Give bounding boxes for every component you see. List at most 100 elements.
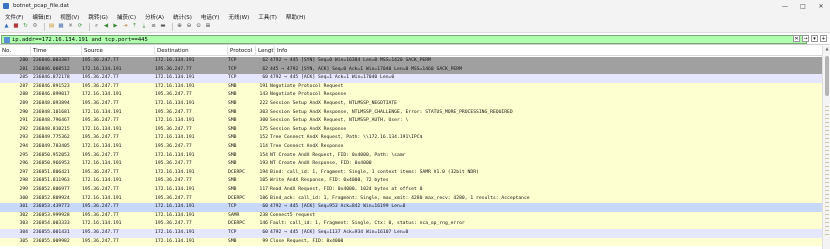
goto-packet-icon[interactable]: ⇥ (122, 24, 129, 31)
menu-tools[interactable]: 工具(T) (258, 13, 277, 21)
packet-row[interactable]: 280 236846.003387 195.36.247.77 172.16.134.… (0, 57, 822, 66)
maximize-button[interactable]: □ (794, 0, 812, 12)
zoom-out-icon[interactable]: ⊖ (186, 24, 193, 31)
packet-list-scrollbar[interactable]: ▲ (822, 46, 830, 249)
options-icon[interactable]: ⚙ (32, 24, 39, 31)
menu-file[interactable]: 文件(F) (5, 13, 23, 21)
packet-destination: 172.16.134.191 (155, 135, 195, 141)
restart-icon[interactable]: ↻ (22, 24, 29, 31)
menu-help[interactable]: 帮助(H) (286, 13, 305, 21)
column-header-protocol[interactable]: Protocol (228, 46, 256, 56)
packet-number: 294 (19, 144, 28, 149)
packet-time: 236851.806421 (33, 169, 70, 175)
packet-row[interactable]: 291 236848.796467 195.36.247.77 172.16.134.… (0, 117, 822, 126)
menu-telephony[interactable]: 电话(Y) (201, 13, 220, 21)
packet-destination: 172.16.134.191 (155, 212, 195, 218)
menu-wireless[interactable]: 无线(W) (229, 13, 250, 21)
packet-destination: 195.36.247.77 (155, 66, 192, 72)
column-header-destination[interactable]: Destination (155, 46, 228, 56)
recent-filters-button[interactable]: ▾ (811, 35, 818, 42)
scroll-thumb[interactable] (825, 56, 829, 96)
shark-fin-icon[interactable]: ▲ (3, 24, 10, 31)
apply-filter-button[interactable]: → (802, 35, 809, 42)
display-filter-input[interactable]: ip.addr==172.16.134.191 and tcp.port==44… (1, 35, 807, 44)
packet-row[interactable]: 305 236855.009982 195.36.247.77 172.16.134.… (0, 237, 822, 247)
packet-row[interactable]: 287 236846.891523 195.36.247.77 172.16.134.… (0, 82, 822, 92)
column-header-info[interactable]: Info (275, 46, 822, 56)
packet-row[interactable]: 285 236846.872178 195.36.247.77 172.16.134.… (0, 74, 822, 83)
packet-length: 146 (259, 221, 268, 227)
packet-protocol: SMB (228, 118, 237, 124)
menu-view[interactable]: 视图(V) (60, 13, 79, 21)
packet-row[interactable]: 300 236852.809924 172.16.134.191 195.36.247… (0, 194, 822, 204)
menu-capture[interactable]: 捕获(C) (117, 13, 136, 21)
save-icon[interactable]: ▦ (58, 24, 65, 31)
packet-source: 195.36.247.77 (82, 238, 119, 244)
zoom-in-icon[interactable]: ⊕ (176, 24, 183, 31)
packet-destination: 195.36.247.77 (155, 92, 192, 98)
packet-time: 236846.872178 (33, 75, 70, 81)
menu-statistics[interactable]: 统计(S) (173, 13, 192, 21)
find-icon[interactable]: ⌕ (93, 24, 100, 31)
packet-row[interactable]: 299 236852.806977 195.36.247.77 172.16.134.… (0, 186, 822, 195)
packet-row[interactable]: 295 236850.952053 195.36.247.77 172.16.134.… (0, 151, 822, 161)
packet-row[interactable]: 296 236850.966953 172.16.134.191 195.36.247… (0, 160, 822, 169)
colorize-icon[interactable]: ▬ (160, 24, 167, 31)
filter-text[interactable]: ip.addr==172.16.134.191 and tcp.port==44… (12, 37, 148, 43)
packet-destination: 195.36.247.77 (155, 195, 192, 201)
packet-destination: 172.16.134.191 (155, 187, 195, 192)
packet-time: 236851.811963 (33, 178, 70, 184)
packet-row[interactable]: 297 236851.806421 195.36.247.77 172.16.134.… (0, 168, 822, 178)
packet-row[interactable]: 301 236853.439773 195.36.247.77 172.16.134.… (0, 203, 822, 212)
packet-row[interactable]: 302 236853.999928 195.36.247.77 172.16.134.… (0, 211, 822, 221)
add-filter-button[interactable]: + (820, 35, 827, 42)
packet-protocol: DCERPC (228, 195, 245, 201)
back-icon[interactable]: ◀ (103, 24, 110, 31)
packet-row[interactable]: 294 236849.783405 172.16.134.191 195.36.247… (0, 143, 822, 152)
menu-go[interactable]: 跳转(G) (88, 13, 108, 21)
column-header-no[interactable]: No. (0, 46, 31, 56)
packet-row[interactable]: 292 236848.810215 172.16.134.191 195.36.247… (0, 125, 822, 135)
packet-row[interactable]: 289 236848.093894 195.36.247.77 172.16.134.… (0, 100, 822, 109)
open-file-icon[interactable]: ▤ (48, 24, 55, 31)
bookmark-icon[interactable] (4, 36, 10, 43)
packet-source: 195.36.247.77 (82, 75, 119, 81)
menu-edit[interactable]: 编辑(E) (32, 13, 51, 21)
stop-icon[interactable]: ■ (13, 24, 20, 31)
close-file-icon[interactable]: ✕ (67, 24, 74, 31)
packet-protocol: SAMR (228, 212, 240, 218)
packet-row[interactable]: 281 236846.008512 172.16.134.191 195.36.247… (0, 65, 822, 75)
packet-source: 172.16.134.191 (82, 178, 122, 184)
close-button[interactable]: ✕ (812, 0, 830, 12)
last-packet-icon[interactable]: ⤓ (141, 24, 148, 31)
autoscroll-icon[interactable]: ≡ (150, 24, 157, 31)
packet-protocol: SMB (228, 135, 237, 141)
packet-protocol: SMB (228, 126, 237, 132)
packet-destination: 195.36.247.77 (155, 221, 192, 227)
packet-row[interactable]: 293 236849.775362 195.36.247.77 172.16.134.… (0, 134, 822, 143)
packet-info: Close Request, FID: 0x4000 (270, 238, 344, 244)
column-header-time[interactable]: Time (31, 46, 82, 56)
menu-analyze[interactable]: 分析(A) (145, 13, 164, 21)
packet-row[interactable]: 290 236848.101681 172.16.134.191 195.36.247… (0, 108, 822, 118)
first-packet-icon[interactable]: ⤒ (131, 24, 138, 31)
packet-source: 195.36.247.77 (82, 230, 119, 235)
column-header-source[interactable]: Source (82, 46, 155, 56)
packet-number: 291 (19, 118, 28, 124)
packet-info: 4792 → 445 [SYN] Seq=0 Win=16384 Len=0 M… (270, 58, 431, 63)
packet-row[interactable]: 298 236851.811963 172.16.134.191 195.36.247… (0, 177, 822, 186)
forward-icon[interactable]: ▶ (112, 24, 119, 31)
resize-columns-icon[interactable]: ⊞ (205, 24, 212, 31)
scroll-up-arrow[interactable]: ▲ (823, 46, 830, 52)
packet-time: 236852.806977 (33, 187, 70, 192)
packet-row[interactable]: 288 236846.899017 172.16.134.191 195.36.247… (0, 91, 822, 100)
clear-filter-button[interactable]: ✕ (793, 35, 800, 42)
column-header-length[interactable]: Lengt (256, 46, 275, 56)
minimize-button[interactable]: — (776, 0, 794, 12)
reload-icon[interactable]: ⟳ (77, 24, 84, 31)
packet-row[interactable]: 304 236855.001431 195.36.247.77 172.16.134.… (0, 229, 822, 238)
packet-row[interactable]: 303 236854.003333 172.16.134.191 195.36.247… (0, 220, 822, 229)
zoom-reset-icon[interactable]: ⊙ (195, 24, 202, 31)
packet-time: 236846.891523 (33, 83, 70, 89)
packet-info: 4792 → 445 [ACK] Seq=1 Ack=1 Win=17040 L… (270, 75, 395, 81)
